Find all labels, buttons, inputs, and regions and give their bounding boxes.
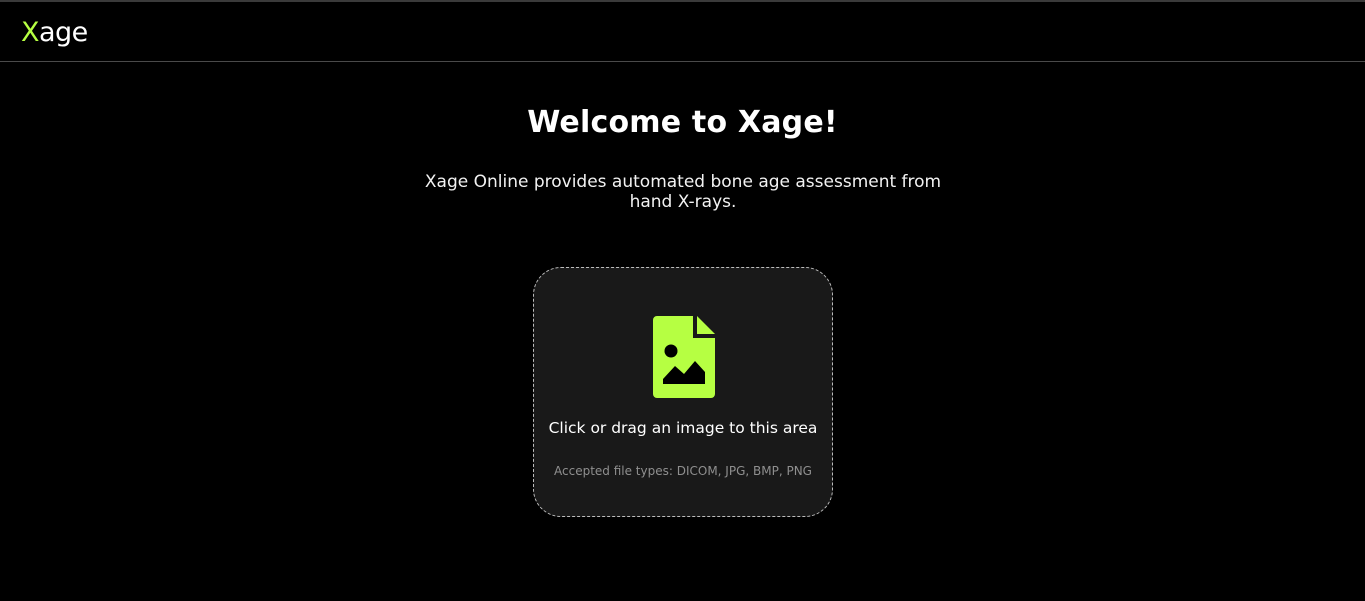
app-logo[interactable]: Xage [21, 17, 88, 49]
logo-letter-x: X [21, 17, 40, 48]
logo-text: age [39, 17, 88, 48]
accepted-file-types: Accepted file types: DICOM, JPG, BMP, PN… [554, 464, 812, 478]
page-title: Welcome to Xage! [527, 105, 838, 140]
image-file-icon [653, 316, 715, 398]
top-bar: Xage [0, 2, 1365, 62]
upload-instruction: Click or drag an image to this area [548, 419, 818, 437]
page-subtitle: Xage Online provides automated bone age … [424, 172, 942, 212]
upload-dropzone[interactable]: Click or drag an image to this area Acce… [533, 267, 833, 517]
